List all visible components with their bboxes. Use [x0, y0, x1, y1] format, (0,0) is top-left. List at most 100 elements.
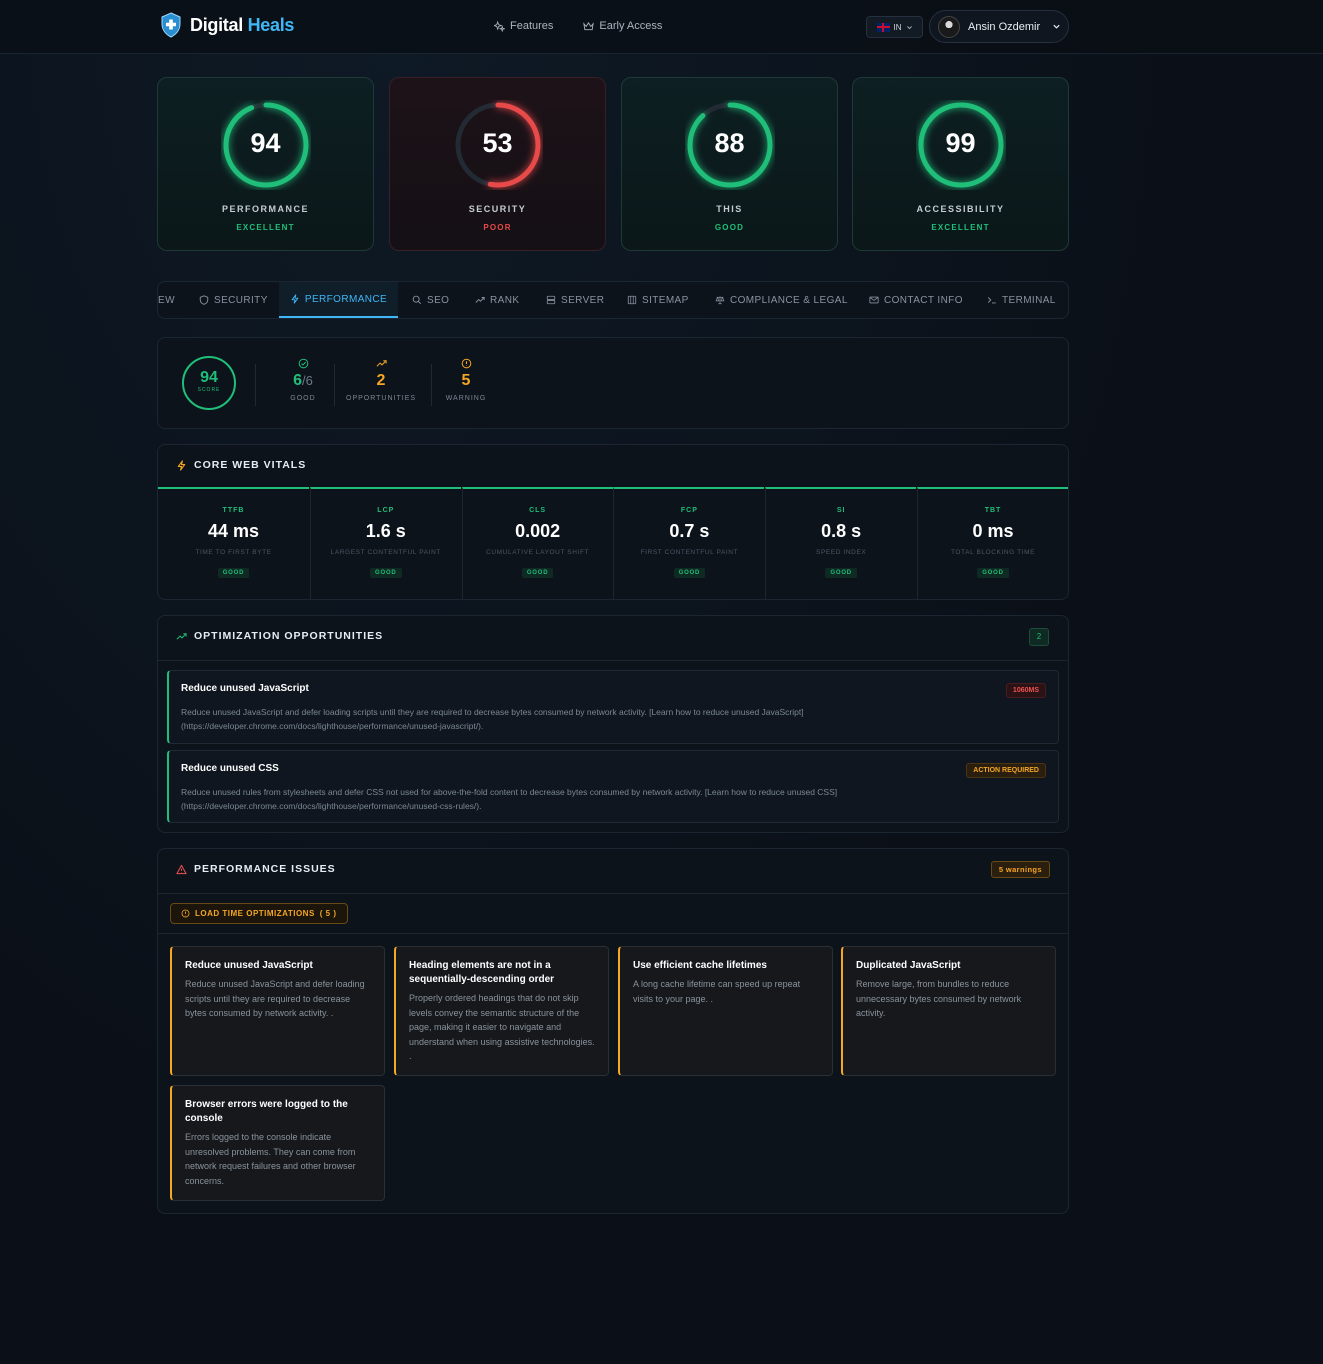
divider [334, 364, 335, 406]
vital-key: TTFB [222, 507, 245, 514]
score-card-this[interactable]: 88 THIS GOOD [621, 77, 838, 251]
score-label: THIS [716, 204, 743, 214]
vital-key: LCP [377, 507, 395, 514]
score-grade: GOOD [714, 223, 745, 232]
warning-stat: 5 WARNING [445, 358, 487, 402]
vital-cls: CLS 0.002 CUMULATIVE LAYOUT SHIFT GOOD [461, 487, 613, 599]
bolt-icon [291, 294, 299, 304]
vital-value: 0.7 s [669, 521, 710, 541]
score-card-performance[interactable]: 94 PERFORMANCE EXCELLENT [157, 77, 374, 251]
vital-status-badge: GOOD [825, 568, 857, 578]
good-label: GOOD [290, 395, 316, 402]
warning-triangle-icon [176, 864, 187, 874]
vital-ttfb: TTFB 44 ms TIME TO FIRST BYTE GOOD [158, 487, 309, 599]
mail-icon [869, 296, 879, 304]
score-grade: POOR [483, 223, 512, 232]
vital-value: 0.8 s [821, 521, 862, 541]
opportunity-action-badge: ACTION REQUIRED [966, 763, 1046, 778]
language-selector[interactable]: IN [866, 16, 923, 38]
score-card-accessibility[interactable]: 99 ACCESSIBILITY EXCELLENT [852, 77, 1069, 251]
tab-rank[interactable]: RANK [475, 282, 519, 318]
language-code: IN [893, 22, 902, 32]
tab-contact-info[interactable]: CONTACT INFO [869, 282, 963, 318]
vital-description: LARGEST CONTENTFUL PAINT [330, 549, 441, 556]
nav-early-access-link[interactable]: Early Access [583, 20, 662, 32]
scale-icon [715, 296, 725, 305]
tab-terminal[interactable]: TERMINAL [987, 282, 1056, 318]
chevron-down-icon [1053, 24, 1060, 29]
optimization-opportunities-panel: OPTIMIZATION OPPORTUNITIES 2 Reduce unus… [157, 615, 1069, 833]
sitemap-icon [627, 295, 637, 305]
nav-features-link[interactable]: Features [494, 20, 553, 32]
brand-logo-link[interactable]: Digital Heals [160, 12, 294, 38]
issue-card[interactable]: Duplicated JavaScript Remove large, from… [841, 946, 1056, 1076]
group-count: ( 5 ) [319, 909, 337, 918]
vital-description: CUMULATIVE LAYOUT SHIFT [486, 549, 590, 556]
issue-description: Reduce unused JavaScript and defer loadi… [185, 979, 365, 1018]
tab-sitemap[interactable]: SITEMAP [627, 282, 689, 318]
tab-label: RANK [490, 294, 520, 306]
divider [158, 660, 1068, 661]
vital-description: TIME TO FIRST BYTE [195, 549, 272, 556]
vital-key: TBT [984, 507, 1002, 514]
user-menu-button[interactable]: Ansin Ozdemir [929, 10, 1069, 43]
info-circle-icon [461, 358, 471, 369]
good-count: 6/6 [293, 372, 313, 389]
tab-label: SERVER [561, 294, 605, 306]
issue-description: Errors logged to the console indicate un… [185, 1132, 356, 1186]
score-value: 53 [482, 128, 513, 158]
tab-performance[interactable]: PERFORMANCE [279, 282, 398, 318]
opportunities-title: OPTIMIZATION OPPORTUNITIES [176, 630, 383, 642]
tab-overview[interactable]: EW [158, 282, 175, 318]
main-nav: Features Early Access [494, 20, 662, 32]
opportunities-stat: 2 OPPORTUNITIES [346, 358, 416, 402]
opportunities-count: 2 [376, 372, 386, 389]
issue-description: A long cache lifetime can speed up repea… [633, 979, 801, 1004]
opportunity-description: Reduce unused JavaScript and defer loadi… [181, 707, 804, 731]
issue-title: Browser errors were logged to the consol… [185, 1099, 348, 1124]
opportunities-count-badge: 2 [1029, 628, 1049, 646]
score-label: SECURITY [468, 204, 527, 214]
user-name: Ansin Ozdemir [968, 20, 1041, 33]
vital-si: SI 0.8 s SPEED INDEX GOOD [765, 487, 917, 599]
vital-key: SI [836, 507, 846, 514]
bolt-icon [177, 459, 186, 471]
vital-value: 0.002 [515, 521, 561, 541]
issue-title: Duplicated JavaScript [856, 960, 961, 971]
divider [431, 364, 432, 406]
sparkles-icon [494, 20, 505, 32]
chevron-down-icon [906, 25, 912, 29]
tab-security[interactable]: SECURITY [199, 282, 268, 318]
tab-compliance-legal[interactable]: COMPLIANCE & LEGAL [715, 282, 848, 318]
vital-tbt: TBT 0 ms TOTAL BLOCKING TIME GOOD [917, 487, 1068, 599]
opportunity-item[interactable]: Reduce unused JavaScript 1060MS Reduce u… [167, 670, 1059, 744]
issue-card[interactable]: Heading elements are not in a sequential… [394, 946, 609, 1076]
performance-summary: 94 SCORE 6/6 GOOD 2 OPPORTUNITIES 5 WARN… [157, 337, 1069, 429]
opportunity-title: Reduce unused JavaScript [181, 683, 309, 694]
search-icon [412, 295, 422, 305]
issue-card[interactable]: Browser errors were logged to the consol… [170, 1085, 385, 1201]
load-time-optimizations-filter[interactable]: LOAD TIME OPTIMIZATIONS ( 5 ) [170, 903, 348, 924]
vital-status-badge: GOOD [217, 568, 250, 578]
tab-label: SECURITY [214, 294, 268, 306]
opportunity-item[interactable]: Reduce unused CSS ACTION REQUIRED Reduce… [167, 750, 1059, 823]
trending-up-icon [475, 297, 485, 303]
info-circle-icon [181, 909, 190, 918]
good-stat: 6/6 GOOD [286, 358, 320, 402]
issue-card[interactable]: Reduce unused JavaScript Reduce unused J… [170, 946, 385, 1076]
tab-seo[interactable]: SEO [412, 282, 449, 318]
server-icon [546, 295, 556, 305]
score-card-security[interactable]: 53 SECURITY POOR [389, 77, 606, 251]
score-grade: EXCELLENT [931, 223, 990, 232]
vital-description: FIRST CONTENTFUL PAINT [640, 549, 739, 556]
issue-title: Use efficient cache lifetimes [633, 960, 767, 971]
tab-server[interactable]: SERVER [546, 282, 604, 318]
nav-early-access-label: Early Access [599, 20, 663, 32]
tab-label: CONTACT INFO [884, 294, 963, 306]
summary-score-label: SCORE [197, 387, 221, 393]
avatar [938, 15, 960, 38]
divider [158, 893, 1068, 894]
opportunity-savings-badge: 1060MS [1005, 683, 1046, 698]
issue-card[interactable]: Use efficient cache lifetimes A long cac… [618, 946, 833, 1076]
uk-flag-icon [876, 22, 890, 32]
